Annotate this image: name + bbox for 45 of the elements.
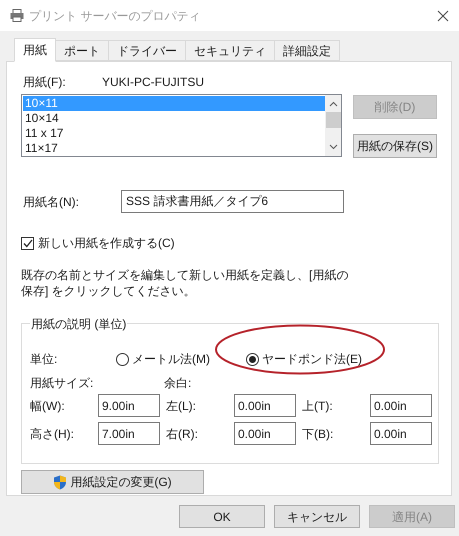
field-label: 幅(W): [30, 398, 66, 414]
tab[interactable]: ドライバー [109, 40, 186, 61]
dialog-button[interactable]: キャンセル [274, 505, 360, 528]
close-icon[interactable] [437, 10, 449, 22]
change-settings-button[interactable]: 用紙設定の変更(G) [21, 470, 204, 494]
instruction-text: 既存の名前とサイズを編集して新しい用紙を定義し、[用紙の保存] をクリックしてください。 [21, 267, 350, 299]
dimension-field[interactable]: 7.00in [98, 422, 160, 445]
server-name: YUKI-PC-FUJITSU [102, 74, 204, 91]
list-item[interactable]: 11×17 [23, 141, 325, 156]
forms-listbox[interactable]: 10×11 10×14 11 x 17 11×17 [21, 94, 342, 157]
dimension-field[interactable]: 0.00in [370, 422, 432, 445]
create-new-checkbox[interactable]: 新しい用紙を作成する(C) [21, 234, 175, 252]
list-item[interactable]: 11 x 17 [23, 126, 325, 141]
tab[interactable]: ポート [56, 40, 109, 61]
form-name-field[interactable]: SSS 請求書用紙／タイプ6 [121, 190, 344, 213]
dialog-button[interactable]: OK [179, 505, 265, 528]
scroll-up-icon[interactable] [328, 101, 338, 107]
field-label: 右(R): [166, 426, 199, 442]
field-label: 左(L): [166, 398, 197, 414]
margins-label: 余白: [164, 375, 192, 392]
forms-label: 用紙(F): [22, 74, 67, 91]
field-label: 上(T): [302, 398, 334, 414]
field-label: 下(B): [302, 426, 334, 442]
group-title: 用紙の説明 (単位) [30, 315, 128, 333]
dimension-field[interactable]: 9.00in [98, 394, 160, 417]
scrollbar[interactable] [325, 95, 341, 156]
scroll-thumb[interactable] [326, 112, 340, 128]
side-button[interactable]: 用紙の保存(S) [353, 134, 437, 158]
field-label: 高さ(H): [30, 426, 75, 442]
tab[interactable]: セキュリティ [186, 40, 275, 61]
unit-radio[interactable]: メートル法(M) [116, 350, 232, 368]
form-name-label: 用紙名(N): [22, 194, 80, 210]
tab[interactable]: 用紙 [14, 38, 56, 62]
dimension-field[interactable]: 0.00in [370, 394, 432, 417]
scroll-down-icon[interactable] [328, 144, 338, 150]
tab[interactable]: 詳細設定 [275, 40, 340, 61]
dimension-field[interactable]: 0.00in [234, 422, 296, 445]
check-icon [22, 238, 32, 248]
window-title: プリント サーバーのプロパティ [29, 8, 200, 24]
printer-icon [10, 9, 24, 22]
list-item[interactable]: 10×14 [23, 111, 325, 126]
dimension-field[interactable]: 0.00in [234, 394, 296, 417]
shield-icon [53, 474, 68, 490]
units-label: 単位: [30, 351, 58, 368]
paper-size-label: 用紙サイズ: [30, 375, 94, 392]
